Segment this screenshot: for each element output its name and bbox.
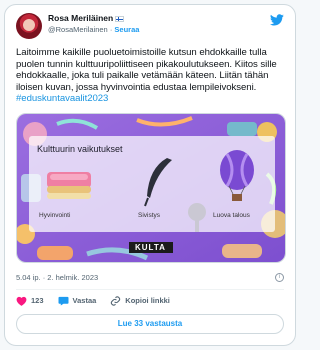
follow-button[interactable]: Seuraa xyxy=(114,25,139,34)
finnish-flag-icon xyxy=(115,16,125,22)
media-label-luova-talous: Luova talous xyxy=(213,211,250,219)
tweet-date[interactable]: 2. helmik. 2023 xyxy=(47,273,98,282)
info-icon[interactable]: i xyxy=(275,272,284,282)
tweet-text: Laitoimme kaikille puoluetoimistoille ku… xyxy=(16,47,284,105)
author-block: Rosa Meriläinen @RosaMerilainen · Seuraa xyxy=(48,13,139,35)
tweet-header: Rosa Meriläinen @RosaMerilainen · Seuraa xyxy=(16,13,284,43)
reply-icon xyxy=(58,296,69,306)
timestamp-separator: · xyxy=(42,272,46,282)
read-replies-button[interactable]: Lue 33 vastausta xyxy=(16,313,284,334)
author-name[interactable]: Rosa Meriläinen xyxy=(48,13,113,24)
media-title: Kulttuurin vaikutukset xyxy=(37,143,123,154)
meta-separator: · xyxy=(109,25,113,34)
pastry-illustration xyxy=(47,171,91,199)
media-label-hyvinvointi: Hyvinvointi xyxy=(39,211,71,219)
author-handle[interactable]: @RosaMerilainen xyxy=(48,25,108,34)
heart-icon xyxy=(16,296,27,306)
reply-button[interactable]: Vastaa xyxy=(58,296,97,306)
timestamp: 5.04 ip. · 2. helmik. 2023 i xyxy=(16,272,284,282)
twitter-bird-icon[interactable] xyxy=(270,14,284,26)
copy-link-label: Kopioi linkki xyxy=(125,296,170,306)
copy-link-button[interactable]: Kopioi linkki xyxy=(110,296,170,306)
tweet-card: Rosa Meriläinen @RosaMerilainen · Seuraa… xyxy=(4,4,296,346)
kulta-logo: KULTA xyxy=(135,242,166,252)
action-bar: 123 Vastaa Kopioi linkki xyxy=(16,296,284,306)
media-label-sivistys: Sivistys xyxy=(138,211,161,219)
divider xyxy=(16,288,284,290)
like-button[interactable]: 123 xyxy=(16,296,44,306)
reply-label: Vastaa xyxy=(72,296,97,306)
link-icon xyxy=(111,296,121,306)
tweet-time[interactable]: 5.04 ip. xyxy=(16,273,41,282)
media-illustration xyxy=(17,113,285,262)
like-count: 123 xyxy=(31,296,44,306)
hashtag-link[interactable]: #eduskuntavaalit2023 xyxy=(16,93,108,104)
tweet-image[interactable]: Kulttuurin vaikutukset Hyvinvointi Sivis… xyxy=(16,112,286,263)
tweet-body: Laitoimme kaikille puoluetoimistoille ku… xyxy=(16,47,277,93)
avatar[interactable] xyxy=(16,13,42,39)
